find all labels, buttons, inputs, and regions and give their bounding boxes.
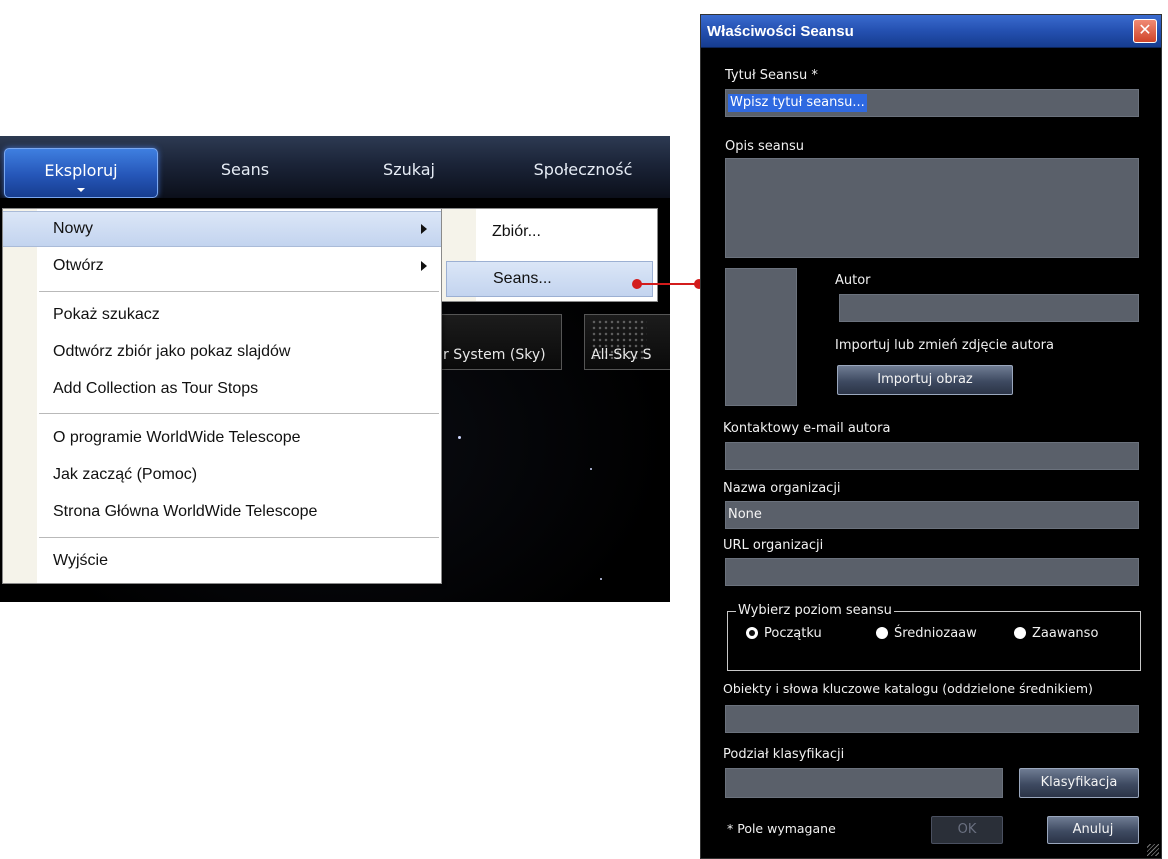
callout-dot-icon <box>632 279 642 289</box>
star-icon <box>600 578 602 580</box>
tab-label: Seans <box>220 160 270 179</box>
dialog-title: Właściwości Seansu <box>707 23 854 40</box>
menu-item-label: Odtwórz zbiór jako pokaz slajdów <box>53 343 291 360</box>
menu-item-label: O programie WorldWide Telescope <box>53 429 301 446</box>
tour-title-input[interactable]: Wpisz tytuł seansu... <box>725 89 1139 117</box>
close-button[interactable]: ✕ <box>1133 19 1157 43</box>
keywords-input[interactable] <box>725 705 1139 733</box>
radio-unchecked-icon <box>1014 627 1026 639</box>
new-submenu: Zbiór... Seans... <box>441 208 658 302</box>
radio-advanced[interactable]: Zaawanso <box>1014 626 1098 641</box>
menu-separator <box>39 291 439 292</box>
star-icon <box>458 436 461 439</box>
tour-title-label: Tytuł Seansu * <box>725 68 818 83</box>
submenu-item-tour[interactable]: Seans... <box>446 261 653 297</box>
ok-button[interactable]: OK <box>931 816 1003 844</box>
cancel-button[interactable]: Anuluj <box>1047 816 1139 844</box>
submenu-arrow-icon <box>421 261 427 271</box>
classification-button[interactable]: Klasyfikacja <box>1019 768 1139 798</box>
menu-item-add-collection[interactable]: Add Collection as Tour Stops <box>3 372 441 406</box>
org-name-label: Nazwa organizacji <box>723 481 841 496</box>
email-input[interactable] <box>725 442 1139 470</box>
submenu-item-collection[interactable]: Zbiór... <box>442 215 657 249</box>
org-url-label: URL organizacji <box>723 538 824 553</box>
callout-connector-line <box>636 283 700 285</box>
import-photo-label: Importuj lub zmień zdjęcie autora <box>835 338 1054 353</box>
thumbnail-all-sky[interactable]: All-Sky S <box>584 314 670 370</box>
tab-seans[interactable]: Seans <box>200 150 290 190</box>
tab-spolecznosc[interactable]: Społeczność <box>508 150 658 190</box>
author-label: Autor <box>835 273 871 288</box>
menu-item-label: Jak zacząć (Pomoc) <box>53 466 198 483</box>
tour-title-input-value: Wpisz tytuł seansu... <box>728 94 867 112</box>
tab-label: Szukaj <box>383 160 435 179</box>
email-label: Kontaktowy e-mail autora <box>723 421 891 436</box>
tab-label: Społeczność <box>533 160 633 179</box>
menu-item-about[interactable]: O programie WorldWide Telescope <box>3 421 441 455</box>
tab-szukaj[interactable]: Szukaj <box>364 150 454 190</box>
menu-separator <box>39 537 439 538</box>
resize-grip-icon[interactable] <box>1147 844 1159 856</box>
submenu-arrow-icon <box>421 224 427 234</box>
menu-item-label: Strona Główna WorldWide Telescope <box>53 503 318 520</box>
tour-level-legend: Wybierz poziom seansu <box>736 603 894 618</box>
org-name-input[interactable]: None <box>725 501 1139 529</box>
radio-label: Zaawanso <box>1032 626 1099 641</box>
radio-intermediate[interactable]: Średniozaaw <box>876 626 977 641</box>
tour-properties-dialog: Właściwości Seansu ✕ Tytuł Seansu * Wpis… <box>700 14 1162 859</box>
tab-eksploruj[interactable]: Eksploruj <box>4 148 158 198</box>
tab-label: Eksploruj <box>44 161 118 180</box>
menu-item-open[interactable]: Otwórz <box>3 249 441 283</box>
menu-item-play-slideshow[interactable]: Odtwórz zbiór jako pokaz slajdów <box>3 335 441 369</box>
menu-item-new[interactable]: Nowy <box>3 211 441 247</box>
radio-unchecked-icon <box>876 627 888 639</box>
menu-separator <box>39 413 439 414</box>
thumbnail-label: r System (Sky) <box>443 347 546 363</box>
close-icon: ✕ <box>1138 20 1152 39</box>
menu-item-label: Otwórz <box>53 257 104 274</box>
radio-beginner[interactable]: Początku <box>746 626 822 641</box>
menu-item-getting-started[interactable]: Jak zacząć (Pomoc) <box>3 458 441 492</box>
thumbnail-solar-system-sky[interactable]: r System (Sky) <box>436 314 562 370</box>
radio-label: Średniozaaw <box>894 626 977 641</box>
radio-checked-icon <box>746 627 758 639</box>
chevron-down-icon <box>77 188 85 192</box>
author-input[interactable] <box>839 294 1139 322</box>
classification-label: Podział klasyfikacji <box>723 747 845 762</box>
keywords-label: Obiekty i słowa kluczowe katalogu (oddzi… <box>723 681 1093 696</box>
required-fields-note: * Pole wymagane <box>727 821 836 836</box>
menu-item-label: Add Collection as Tour Stops <box>53 380 259 397</box>
menu-item-label: Seans... <box>493 270 552 287</box>
explore-dropdown-menu: Nowy Otwórz Pokaż szukacz Odtwórz zbiór … <box>2 208 442 584</box>
menu-item-homepage[interactable]: Strona Główna WorldWide Telescope <box>3 495 441 529</box>
star-icon <box>590 468 592 470</box>
tour-level-group: Wybierz poziom seansu Początku Średnioza… <box>727 603 1141 671</box>
thumbnail-label: All-Sky S <box>591 347 652 363</box>
menu-item-label: Wyjście <box>53 552 108 569</box>
menu-item-label: Zbiór... <box>492 223 541 240</box>
radio-label: Początku <box>764 626 822 641</box>
description-label: Opis seansu <box>725 139 804 154</box>
menu-item-label: Nowy <box>53 220 94 237</box>
import-image-button[interactable]: Importuj obraz <box>837 365 1013 395</box>
menu-item-exit[interactable]: Wyjście <box>3 544 441 578</box>
classification-input[interactable] <box>725 768 1003 798</box>
org-url-input[interactable] <box>725 558 1139 586</box>
dialog-titlebar: Właściwości Seansu ✕ <box>701 15 1161 48</box>
menu-item-label: Pokaż szukacz <box>53 306 160 323</box>
description-textarea[interactable] <box>725 158 1139 258</box>
author-photo <box>725 268 797 406</box>
top-nav-bar: Eksploruj Seans Szukaj Społeczność <box>0 136 670 198</box>
menu-item-show-finder[interactable]: Pokaż szukacz <box>3 298 441 332</box>
